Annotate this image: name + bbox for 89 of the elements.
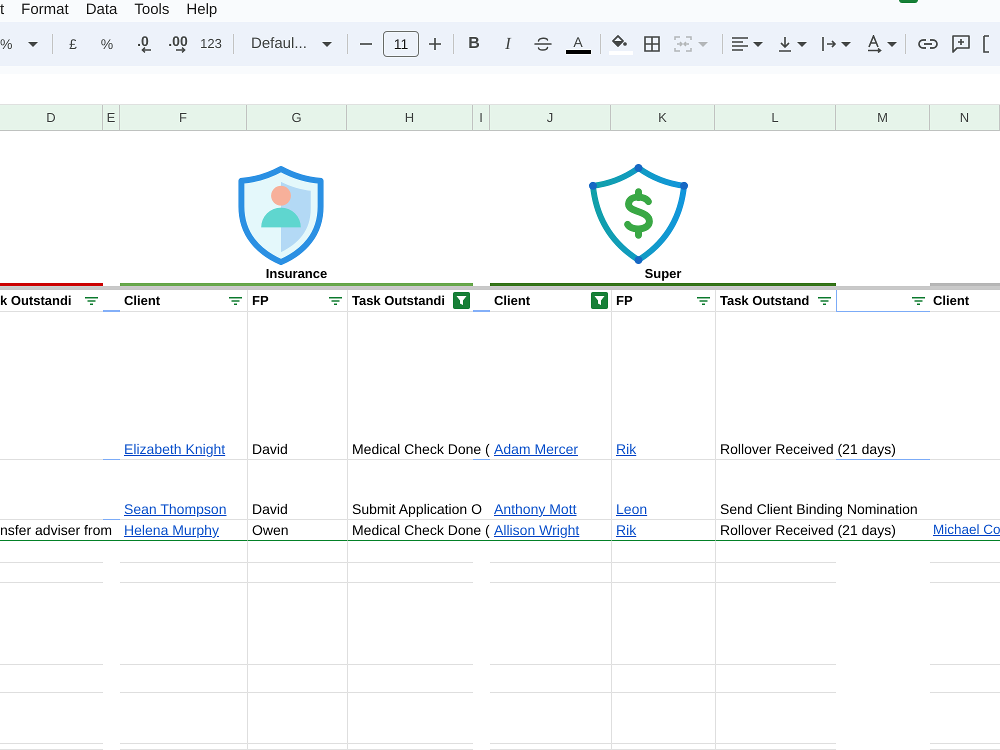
- column-letter[interactable]: K: [611, 105, 715, 130]
- font-dropdown[interactable]: Defaul...: [244, 30, 338, 58]
- filter-icon[interactable]: [453, 292, 470, 309]
- caret-icon: [698, 42, 708, 46]
- column-header: FP: [616, 292, 633, 308]
- filter-icon[interactable]: [697, 296, 710, 304]
- add-comment-icon[interactable]: [952, 35, 970, 53]
- filter-icon[interactable]: [912, 296, 925, 304]
- cell-link[interactable]: Allison Wright: [494, 522, 580, 538]
- caret-icon: [841, 42, 851, 46]
- menu-item[interactable]: Tools: [134, 0, 170, 19]
- strikethrough-icon[interactable]: [534, 36, 552, 52]
- menu-item[interactable]: Format: [21, 0, 69, 19]
- decrease-decimal-button[interactable]: .0: [126, 30, 160, 58]
- column-header: Client: [933, 292, 970, 308]
- chart-icon[interactable]: [983, 35, 989, 53]
- arrow-left-icon: [141, 47, 151, 53]
- column-letter[interactable]: G: [247, 105, 347, 130]
- cell-link[interactable]: Elizabeth Knight: [124, 441, 226, 457]
- column-letter[interactable]: D: [0, 105, 103, 130]
- cell-link[interactable]: Helena Murphy: [124, 522, 219, 538]
- cell-text: Submit Application O: [352, 501, 482, 517]
- cell-link[interactable]: Adam Mercer: [494, 441, 578, 457]
- caret-icon: [28, 42, 38, 46]
- filter-icon[interactable]: [85, 296, 98, 304]
- caret-icon: [753, 42, 763, 46]
- column-letter[interactable]: M: [836, 105, 930, 130]
- column-letter[interactable]: F: [120, 105, 247, 130]
- column-header: FP: [252, 292, 269, 308]
- column-letter[interactable]: I: [473, 105, 490, 130]
- arrow-down-icon: [777, 36, 793, 52]
- dollar-shield-icon: [588, 163, 689, 266]
- cell-link[interactable]: Anthony Mott: [494, 501, 576, 517]
- cell-link[interactable]: Sean Thompson: [124, 501, 226, 517]
- cell-text: David: [252, 441, 288, 457]
- column-header: Client: [124, 292, 160, 308]
- column-letter[interactable]: H: [347, 105, 473, 130]
- menu-item[interactable]: Help: [186, 0, 218, 19]
- percent-button[interactable]: %: [92, 30, 122, 58]
- filter-icon[interactable]: [329, 296, 342, 304]
- borders-icon[interactable]: [644, 36, 660, 52]
- text-rotation-icon: [866, 35, 883, 53]
- cell-link[interactable]: Leon: [616, 501, 648, 517]
- caret-icon: [797, 42, 807, 46]
- cell-link[interactable]: Michael Co: [933, 522, 1000, 538]
- minus-icon[interactable]: [360, 43, 372, 45]
- font-size-field[interactable]: 11: [383, 31, 419, 57]
- caret-icon: [322, 42, 332, 46]
- column-header: Task Outstandi: [352, 292, 445, 308]
- column-letter[interactable]: N: [930, 105, 1000, 130]
- text-color-button[interactable]: A: [564, 30, 592, 58]
- wrap-arrow-icon: [821, 36, 837, 52]
- section-title: Super: [644, 266, 682, 281]
- column-letter[interactable]: E: [103, 105, 120, 130]
- bold-button[interactable]: B: [460, 30, 488, 58]
- cell-text: Rollover Received (21 days): [720, 522, 896, 538]
- menu-item[interactable]: Data: [86, 0, 118, 19]
- column-header: Client: [494, 292, 530, 308]
- cell-text: Send Client Binding Nomination: [720, 501, 918, 517]
- cell-text: Owen: [252, 522, 289, 538]
- column-header: Task Outstand: [720, 292, 810, 308]
- person-shield-icon: [236, 165, 324, 266]
- cell-link[interactable]: Rik: [616, 522, 636, 538]
- caret-icon: [887, 42, 897, 46]
- cell-link[interactable]: Rik: [616, 441, 636, 457]
- column-letter[interactable]: J: [490, 105, 611, 130]
- column-letter[interactable]: L: [715, 105, 836, 130]
- filter-icon[interactable]: [229, 296, 242, 304]
- currency-button[interactable]: £: [58, 30, 88, 58]
- merge-icon: [674, 36, 692, 52]
- cell-text: nsfer adviser from: [0, 522, 112, 538]
- cell-text: Rollover Received (21 days): [720, 441, 896, 457]
- number-format-button[interactable]: 123: [196, 30, 226, 58]
- section-title: Insurance: [266, 266, 328, 281]
- align-left-icon: [731, 37, 749, 51]
- italic-button[interactable]: I: [494, 30, 522, 58]
- cell-text: David: [252, 501, 288, 517]
- fill-color-icon[interactable]: [608, 33, 634, 55]
- increase-decimal-button[interactable]: .00: [162, 30, 194, 58]
- cell-text: Medical Check Done (: [352, 441, 490, 457]
- cell-text: Medical Check Done (: [352, 522, 490, 538]
- filter-icon[interactable]: [591, 292, 608, 309]
- plus-icon[interactable]: [429, 38, 441, 50]
- arrow-right-icon: [176, 47, 186, 53]
- filter-icon[interactable]: [818, 296, 831, 304]
- zoom-dropdown[interactable]: %: [0, 30, 44, 58]
- menu-item[interactable]: t: [0, 0, 4, 19]
- link-icon[interactable]: [918, 39, 938, 49]
- column-header: k Outstandi: [0, 292, 72, 308]
